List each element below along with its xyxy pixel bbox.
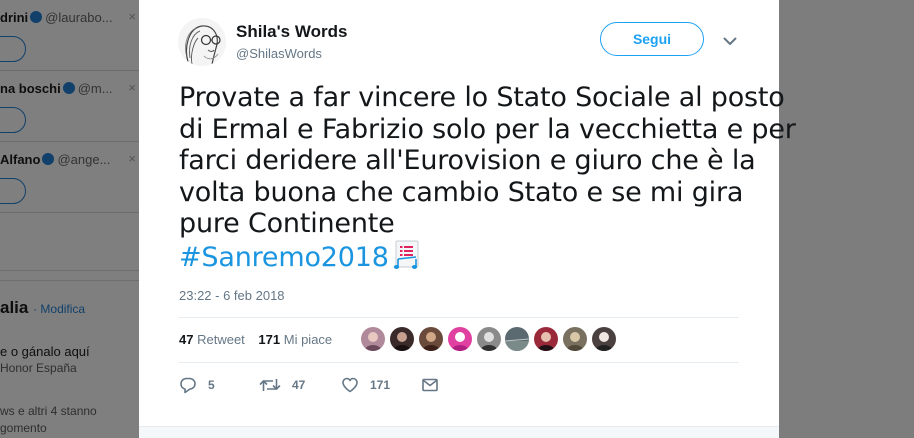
direct-message-button[interactable]	[421, 376, 439, 394]
hashtag-link[interactable]: #Sanremo2018	[179, 242, 389, 273]
liker-avatar[interactable]	[563, 327, 588, 351]
reply-button[interactable]: 5	[179, 376, 215, 394]
tweet-text: Provate a far vincere lo Stato Sociale a…	[179, 82, 796, 273]
trend-context: ws e altri 4 stanno	[0, 404, 97, 418]
promoted-by: Honor España	[0, 361, 77, 375]
verified-badge-icon	[42, 153, 55, 165]
liker-avatar[interactable]	[476, 327, 501, 351]
background-page-right	[779, 0, 914, 438]
liker-avatar[interactable]	[534, 327, 559, 351]
who-to-follow-card: drini @laurabo... × na boschi @m... × Alfa…	[0, 0, 139, 271]
modal-footer-strip	[139, 426, 779, 438]
dismiss-icon[interactable]: ×	[128, 9, 136, 24]
like-button[interactable]: 171	[341, 376, 390, 394]
likers-avatars	[361, 327, 621, 351]
suggested-user-name: drini	[0, 10, 29, 25]
background-page-left: drini @laurabo... × na boschi @m... × Alfa…	[0, 0, 139, 438]
liker-avatar[interactable]	[505, 327, 530, 351]
suggested-user[interactable]: drini @laurabo... ×	[0, 0, 139, 71]
tweet-timestamp[interactable]: 23:22 - 6 feb 2018	[179, 288, 285, 303]
more-options-button[interactable]	[719, 30, 741, 52]
tweet-text-line: volta buona che cambio Stato e se mi gir…	[179, 176, 744, 208]
tweet-stats: 47 Retweet 171 Mi piace	[179, 332, 342, 347]
tweet-text-line: pure Continente	[179, 208, 395, 239]
liker-avatar[interactable]	[389, 327, 414, 351]
follow-button[interactable]	[0, 178, 26, 204]
trend-context-2: gomento	[0, 421, 47, 435]
liker-avatar[interactable]	[361, 327, 385, 351]
retweet-button[interactable]: 47	[259, 376, 305, 394]
suggested-user-handle: @m...	[77, 81, 113, 96]
suggested-user-name: na boschi	[0, 81, 61, 96]
like-stat[interactable]: 171 Mi piace	[258, 332, 332, 347]
follow-button[interactable]: Segui	[600, 22, 704, 56]
author-avatar-sketch-icon	[178, 18, 226, 66]
trends-edit-link[interactable]: · Modifica	[33, 302, 85, 316]
suggested-user-handle: @ange...	[57, 152, 111, 167]
tweet-text-line: Provate a far vincere lo Stato Sociale a…	[179, 82, 785, 113]
liker-avatar[interactable]	[447, 327, 472, 351]
tweet-modal: Shila's Words @ShilasWords Segui Provate…	[139, 0, 796, 426]
retweet-count: 47	[292, 378, 306, 392]
verified-badge-icon	[30, 11, 43, 23]
author-avatar[interactable]	[178, 18, 226, 66]
divider	[179, 317, 739, 318]
verified-badge-icon	[62, 82, 75, 94]
dismiss-icon[interactable]: ×	[128, 151, 136, 166]
heart-icon	[342, 377, 358, 393]
author-name[interactable]: Shila's Words	[236, 22, 347, 42]
reply-count: 5	[208, 378, 215, 392]
liker-avatar[interactable]	[418, 327, 443, 351]
envelope-icon	[422, 378, 438, 392]
divider	[179, 362, 739, 363]
chevron-down-icon	[723, 37, 737, 45]
follow-button[interactable]	[0, 36, 26, 62]
like-count: 171	[370, 378, 391, 392]
suggested-user[interactable]: na boschi @m... ×	[0, 71, 139, 142]
dismiss-icon[interactable]: ×	[128, 80, 136, 95]
tweet-text-line: di Ermal e Fabrizio solo per la vecchiet…	[179, 113, 796, 145]
tweet-text-line: farci deridere all'Eurovision e giuro ch…	[179, 145, 756, 176]
suggested-user[interactable]: Alfano @ange... ×	[0, 142, 139, 213]
trends-title: alia · Modifica	[0, 298, 86, 317]
follow-button[interactable]	[0, 107, 26, 133]
music-note-page-emoji-icon	[392, 240, 424, 270]
reply-icon	[180, 377, 196, 394]
promoted-trend[interactable]: e o gánalo aquí	[0, 344, 90, 359]
suggested-user-name: Alfano	[0, 152, 41, 167]
liker-avatar[interactable]	[592, 327, 617, 351]
retweet-stat[interactable]: 47 Retweet	[179, 332, 245, 347]
author-handle[interactable]: @ShilasWords	[236, 46, 322, 61]
retweet-icon	[259, 379, 281, 391]
suggested-user-handle: @laurabo...	[45, 10, 113, 25]
